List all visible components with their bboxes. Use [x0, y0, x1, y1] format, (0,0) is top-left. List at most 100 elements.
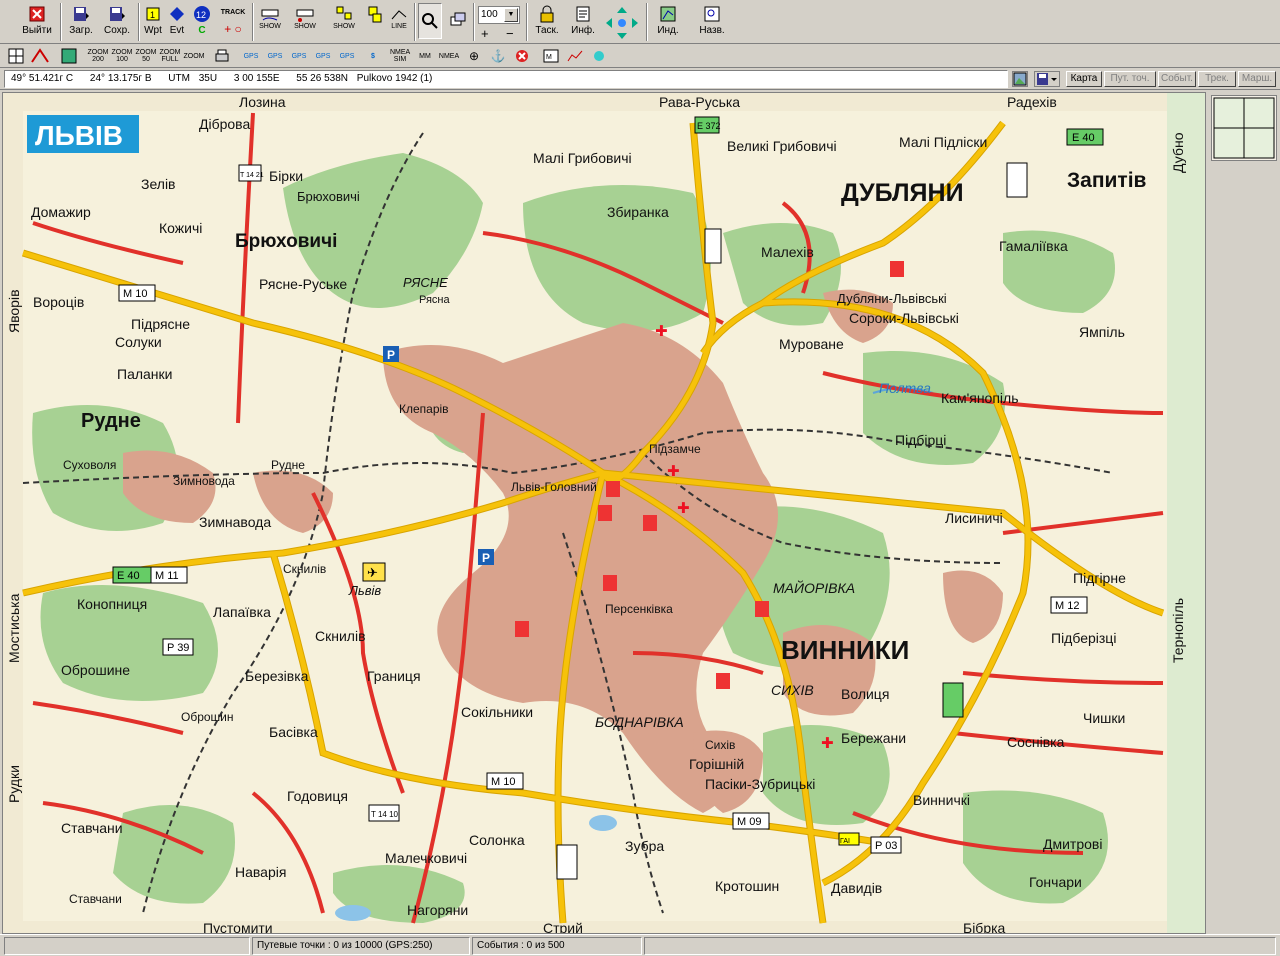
crosshair-icon[interactable]: ⊕: [466, 46, 482, 66]
tab-map[interactable]: Карта: [1066, 71, 1102, 87]
gps-button-1[interactable]: GPS: [242, 46, 260, 66]
chevron-down-icon[interactable]: ▼: [504, 8, 518, 22]
tab-waypoints[interactable]: Пут. точ.: [1104, 71, 1156, 87]
nmea-sim-button[interactable]: NMEA SIM: [390, 46, 410, 66]
status-panel-empty: [4, 937, 250, 955]
stop-icon[interactable]: [514, 46, 530, 66]
overview-map[interactable]: [1211, 95, 1277, 161]
info-button[interactable]: Инф.: [568, 3, 598, 41]
load-button[interactable]: Загр.: [64, 3, 98, 41]
gps-signal-icon[interactable]: $: [366, 46, 380, 66]
easting-value: 3 00 155E: [233, 73, 280, 84]
gps-button-4[interactable]: GPS: [314, 46, 332, 66]
zoom-200-button[interactable]: ZOOM 200: [88, 46, 109, 66]
mm-button[interactable]: MM: [416, 46, 434, 66]
zoom-custom-button[interactable]: ZOOM: [184, 46, 205, 66]
secondary-toolbar: ZOOM 200 ZOOM 100 ZOOM 50 ZOOM FULL ZOOM…: [0, 44, 1280, 68]
print-icon[interactable]: [214, 46, 230, 66]
svg-text:Лозина: Лозина: [239, 94, 286, 110]
zoom-full-button[interactable]: ZOOM FULL: [160, 46, 181, 66]
tool-cut-icon[interactable]: [28, 46, 52, 66]
index-button[interactable]: Инд.: [650, 3, 686, 41]
zoom-out-icon[interactable]: −: [506, 26, 514, 41]
save-button[interactable]: Сохр.: [100, 3, 134, 41]
hospital-icon: ✚: [821, 734, 834, 752]
svg-text:Зимнавода: Зимнавода: [199, 514, 271, 530]
gps-button-3[interactable]: GPS: [290, 46, 308, 66]
zoom-50-button[interactable]: ZOOM 50: [136, 46, 157, 66]
zoom-in-icon[interactable]: +: [481, 26, 489, 41]
svg-text:M 10: M 10: [491, 776, 515, 788]
task-button[interactable]: Таск.: [530, 3, 564, 41]
track-button[interactable]: TRACK + ○: [218, 3, 248, 41]
status-panel-rest: [644, 937, 1276, 955]
city-badge-text: ЛЬВІВ: [35, 120, 123, 151]
zoom-100-button[interactable]: ZOOM 100: [112, 46, 133, 66]
exit-button[interactable]: Выйти: [18, 3, 56, 41]
marker-list-icon[interactable]: M: [542, 46, 560, 66]
route-show-icon: [335, 5, 353, 23]
pan-button[interactable]: [602, 3, 642, 41]
svg-text:Сороки-Львівські: Сороки-Львівські: [849, 310, 959, 326]
map-image-icon[interactable]: [1012, 71, 1028, 87]
tab-routes[interactable]: Марш.: [1238, 71, 1276, 87]
svg-text:Солуки: Солуки: [115, 334, 162, 350]
landmark-icon: [515, 621, 529, 637]
diamond-icon: [168, 5, 186, 23]
route-points-icon: [366, 5, 384, 23]
svg-text:Рава-Руська: Рава-Руська: [659, 94, 740, 110]
svg-text:M 10: M 10: [123, 288, 147, 300]
svg-text:Паланки: Паланки: [117, 366, 172, 382]
route-points-button[interactable]: [364, 3, 386, 41]
profile-chart-icon[interactable]: [566, 46, 584, 66]
windows-button[interactable]: [446, 3, 470, 41]
svg-text:ВИННИКИ: ВИННИКИ: [781, 635, 909, 665]
svg-text:Малі Підліски: Малі Підліски: [899, 134, 987, 150]
line-button[interactable]: LINE: [388, 3, 410, 41]
utm-zone-value: 35U: [198, 73, 218, 84]
landmark-icon: [603, 575, 617, 591]
satellite-icon[interactable]: [590, 46, 608, 66]
toolbar-separator: [252, 3, 254, 41]
save-dropdown-icon[interactable]: [1034, 71, 1060, 87]
svg-text:Пустомити: Пустомити: [203, 920, 273, 934]
svg-text:Пасіки-Зубрицькі: Пасіки-Зубрицькі: [705, 776, 815, 792]
names-button[interactable]: Назв.: [694, 3, 730, 41]
magnifier-button[interactable]: [418, 3, 442, 39]
gps-button-2[interactable]: GPS: [266, 46, 284, 66]
map-index-icon: [659, 5, 677, 23]
svg-text:СИХІВ: СИХІВ: [771, 682, 814, 698]
show-tracks-button[interactable]: SHOW: [256, 3, 284, 41]
show-waypoints-button[interactable]: SHOW: [290, 3, 320, 41]
svg-text:Рясне-Руське: Рясне-Руське: [259, 276, 347, 292]
coordinate-bar: 49° 51.421г С 24° 13.175г В UTM 35U 3 00…: [0, 68, 1280, 90]
svg-text:ДУБЛЯНИ: ДУБЛЯНИ: [841, 179, 964, 207]
svg-text:Кротошин: Кротошин: [715, 878, 779, 894]
waypoint-number-button[interactable]: 12 C: [190, 3, 214, 41]
grid-tool-icon[interactable]: [8, 46, 24, 66]
gps-button-5[interactable]: GPS: [338, 46, 356, 66]
tab-events[interactable]: Событ.: [1158, 71, 1196, 87]
waypoint-show-icon: [296, 5, 314, 23]
zoom-select[interactable]: 100 ▼: [478, 6, 520, 24]
number-circle-icon: 12: [193, 5, 211, 23]
svg-text:Підберізці: Підберізці: [1051, 630, 1116, 646]
show-routes-button[interactable]: SHOW: [330, 3, 358, 41]
toolbar-separator: [138, 3, 140, 41]
svg-text:Гамаліївка: Гамаліївка: [999, 238, 1068, 254]
svg-text:Гончари: Гончари: [1029, 874, 1082, 890]
svg-text:Давидів: Давидів: [831, 880, 882, 896]
lock-icon: [538, 5, 556, 23]
nmea-button[interactable]: NMEA: [439, 46, 459, 66]
track-label: TRACK: [220, 9, 246, 16]
save-map-icon[interactable]: [60, 46, 78, 66]
svg-text:Оброшин: Оброшин: [181, 710, 234, 724]
svg-text:РЯСНЕ: РЯСНЕ: [403, 275, 448, 290]
map-view[interactable]: P P ✈ ✚ ✚ ✚ ✚ E 40 M 10 E 40 M 11 M 12 M…: [2, 92, 1206, 934]
landmark-icon: [643, 515, 657, 531]
tab-tracks[interactable]: Трек.: [1198, 71, 1236, 87]
svg-text:T 14 21: T 14 21: [240, 172, 264, 179]
anchor-icon[interactable]: ⚓: [490, 46, 506, 66]
waypoint-button[interactable]: 1 Wpt: [142, 3, 164, 41]
event-button[interactable]: Evt: [166, 3, 188, 41]
